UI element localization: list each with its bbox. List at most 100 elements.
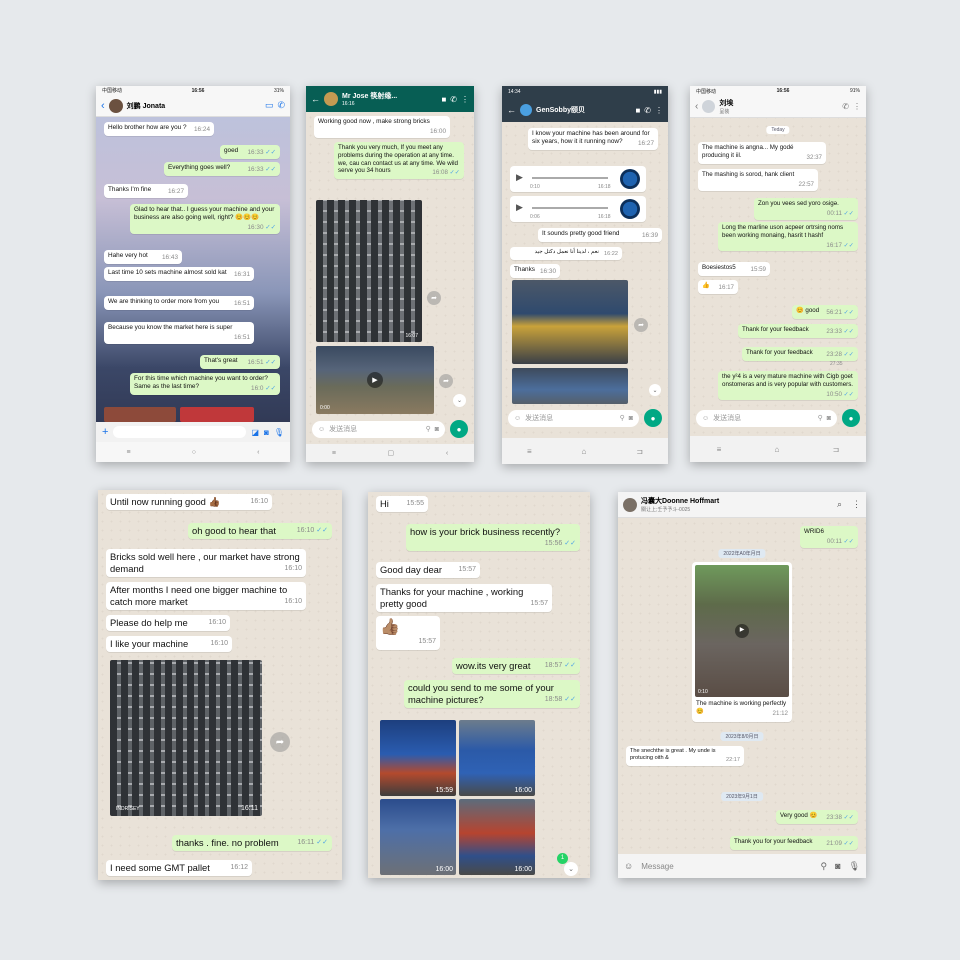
video-call-icon[interactable]: ▭ <box>265 100 274 111</box>
message-input[interactable]: ☺ 发送消息 ⚲ ◙ <box>508 409 639 427</box>
message-bubble[interactable]: thanks . fine. no problem 16:11 ✓✓ <box>172 835 332 851</box>
message-bubble[interactable]: 😊 good 56:21 ✓✓ <box>792 305 858 319</box>
image-message[interactable]: 16:07 <box>316 200 422 342</box>
mic-icon[interactable]: 🎙 <box>274 428 284 437</box>
emoji-icon[interactable]: ☺ <box>624 861 633 871</box>
play-icon[interactable]: ▶ <box>516 202 523 213</box>
menu-icon[interactable]: ≡ <box>127 449 131 456</box>
message-bubble[interactable]: WRID6 00:11 ✓✓ <box>800 526 858 548</box>
image-message[interactable] <box>512 280 628 364</box>
forward-icon[interactable]: ➦ <box>634 318 648 332</box>
message-bubble[interactable]: 👍🏽 15:57 <box>376 616 440 650</box>
avatar[interactable] <box>702 100 716 113</box>
back-icon[interactable]: ‹ <box>101 100 105 112</box>
message-bubble[interactable]: Thank for your feedback 23:28 ✓✓ <box>742 347 858 361</box>
message-bubble[interactable]: نعم ، لدينا أنا نعمل دكتل جيد 16:22 <box>510 247 622 260</box>
camera-icon[interactable]: ◙ <box>435 426 439 433</box>
search-icon[interactable]: ⌕ <box>837 499 842 510</box>
menu-icon[interactable]: ≡ <box>332 450 336 457</box>
message-input[interactable] <box>113 426 247 438</box>
video-thumbnail[interactable]: ▶ 0:10 <box>695 565 789 697</box>
photo-thumbnail[interactable]: 15:59 <box>380 720 456 796</box>
home-icon[interactable]: ▢ <box>388 449 395 457</box>
camera-icon[interactable]: ◙ <box>629 415 633 422</box>
voice-message[interactable]: ▶ 0:06 16:18 <box>510 196 646 222</box>
message-bubble[interactable]: Good day dear 15:57 <box>376 562 480 578</box>
message-bubble[interactable]: Because you know the market here is supe… <box>104 322 254 344</box>
scroll-down-icon[interactable]: ⌄ <box>453 394 466 407</box>
image-thumbnail[interactable] <box>180 407 254 422</box>
image-message[interactable] <box>512 368 628 404</box>
message-bubble[interactable]: how is your brick business recently? 15:5… <box>406 524 580 551</box>
message-bubble[interactable]: Thank for your feedback 23:33 ✓✓ <box>738 324 858 338</box>
message-bubble[interactable]: Until now running good 👍🏾 16:10 <box>106 494 272 510</box>
message-bubble[interactable]: Everything goes well? 16:33 ✓✓ <box>164 162 280 176</box>
sticker-icon[interactable]: ◪ <box>251 428 259 437</box>
camera-icon[interactable]: ◙ <box>827 415 831 422</box>
forward-icon[interactable]: ➦ <box>439 374 453 388</box>
contact-info[interactable]: 刘埃 呈装 <box>719 98 838 115</box>
message-bubble[interactable]: Thanks I'm fine 16:27 <box>104 184 188 198</box>
menu-icon[interactable]: ≡ <box>527 447 532 456</box>
message-bubble[interactable]: could you send to me some of your machin… <box>404 680 580 708</box>
forward-icon[interactable]: ➦ <box>270 732 290 752</box>
avatar[interactable] <box>108 98 123 113</box>
message-bubble[interactable]: Thanks 16:30 <box>510 264 560 278</box>
message-bubble[interactable]: Very good 😊 23:38 ✓✓ <box>776 810 858 824</box>
message-bubble[interactable]: Hahe very hot 16:43 <box>104 250 182 264</box>
message-bubble[interactable]: That's great 16:51 ✓✓ <box>200 355 280 369</box>
video-call-icon[interactable]: ■ <box>441 95 446 104</box>
message-bubble[interactable]: The machine is angna... My godé producin… <box>698 142 826 164</box>
more-icon[interactable]: ⋮ <box>655 106 663 115</box>
message-bubble[interactable]: Thank you very much, If you meet any pro… <box>334 142 464 179</box>
message-bubble[interactable]: I need some GMT pallet 16:12 <box>106 860 252 876</box>
contact-name[interactable]: GenSobby颐贝 <box>536 105 631 115</box>
message-bubble[interactable]: Last time 10 sets machine almost sold ka… <box>104 267 254 281</box>
avatar[interactable] <box>623 497 637 512</box>
back-nav-icon[interactable]: ‹ <box>257 449 259 456</box>
emoji-icon[interactable]: ☺ <box>318 426 325 433</box>
photo-thumbnail[interactable]: 16:00 <box>459 720 535 796</box>
back-nav-icon[interactable]: ⊐ <box>636 447 643 456</box>
camera-icon[interactable]: ◙ <box>835 861 840 871</box>
message-bubble[interactable]: goed 16:33 ✓✓ <box>220 145 280 159</box>
back-nav-icon[interactable]: ‹ <box>446 450 448 457</box>
image-thumbnail[interactable] <box>104 407 176 422</box>
avatar[interactable] <box>324 92 338 106</box>
forward-icon[interactable]: ➦ <box>427 291 441 305</box>
message-bubble[interactable]: Bricks sold well here , our market have … <box>106 549 306 577</box>
message-bubble[interactable]: Glad to hear that.. I guess your machine… <box>130 204 280 234</box>
message-input[interactable]: ☺ 发送消息 ⚲ ◙ <box>696 409 837 427</box>
message-bubble[interactable]: Please do help me 16:10 <box>106 615 230 631</box>
message-input[interactable]: Message <box>641 862 812 871</box>
contact-info[interactable]: Mr Jose 筷射缘... 16:16 <box>342 91 437 107</box>
message-bubble[interactable]: We are thinking to order more from you 16… <box>104 296 254 310</box>
camera-icon[interactable]: ◙ <box>264 428 269 437</box>
photo-thumbnail[interactable]: 16:00 <box>459 799 535 875</box>
message-bubble[interactable]: I know your machine has been around for … <box>528 128 658 150</box>
video-message[interactable]: ▶ 0:10 The machine is working perfectly … <box>692 562 792 722</box>
attach-icon[interactable]: ⚲ <box>426 425 431 433</box>
attach-icon[interactable]: ⚲ <box>821 861 828 872</box>
message-bubble[interactable]: Boesiestos5 15:59 <box>698 262 770 276</box>
play-icon[interactable]: ▶ <box>367 372 383 388</box>
message-bubble[interactable]: I like your machine 16:10 <box>106 636 232 652</box>
phone-icon[interactable]: ✆ <box>450 95 457 104</box>
voice-message[interactable]: ▶ 0:10 16:18 <box>510 166 646 192</box>
contact-info[interactable]: 冯囊大Doonne Hoffmart 關让上;壬予予斗-0025 <box>641 496 833 513</box>
message-bubble[interactable]: Working good now , make strong bricks 16:… <box>314 116 450 138</box>
message-bubble[interactable]: wow.its very great 18:57 ✓✓ <box>452 658 580 674</box>
play-icon[interactable]: ▶ <box>516 172 523 183</box>
photo-thumbnail[interactable]: 16:00 <box>380 799 456 875</box>
message-bubble[interactable]: It sounds pretty good friend 16:39 <box>538 228 662 242</box>
attach-icon[interactable]: ⚲ <box>620 414 625 422</box>
message-bubble[interactable]: Hi 15:55 <box>376 496 428 512</box>
back-icon[interactable]: ← <box>507 105 516 115</box>
mic-icon[interactable]: 🎙 <box>849 861 860 872</box>
emoji-icon[interactable]: ☺ <box>702 415 709 422</box>
emoji-icon[interactable]: ☺ <box>514 415 521 422</box>
mic-button[interactable]: ● <box>450 420 468 438</box>
plus-icon[interactable]: + <box>102 426 108 438</box>
more-icon[interactable]: ⋮ <box>461 95 469 104</box>
home-icon[interactable]: ○ <box>192 449 196 456</box>
